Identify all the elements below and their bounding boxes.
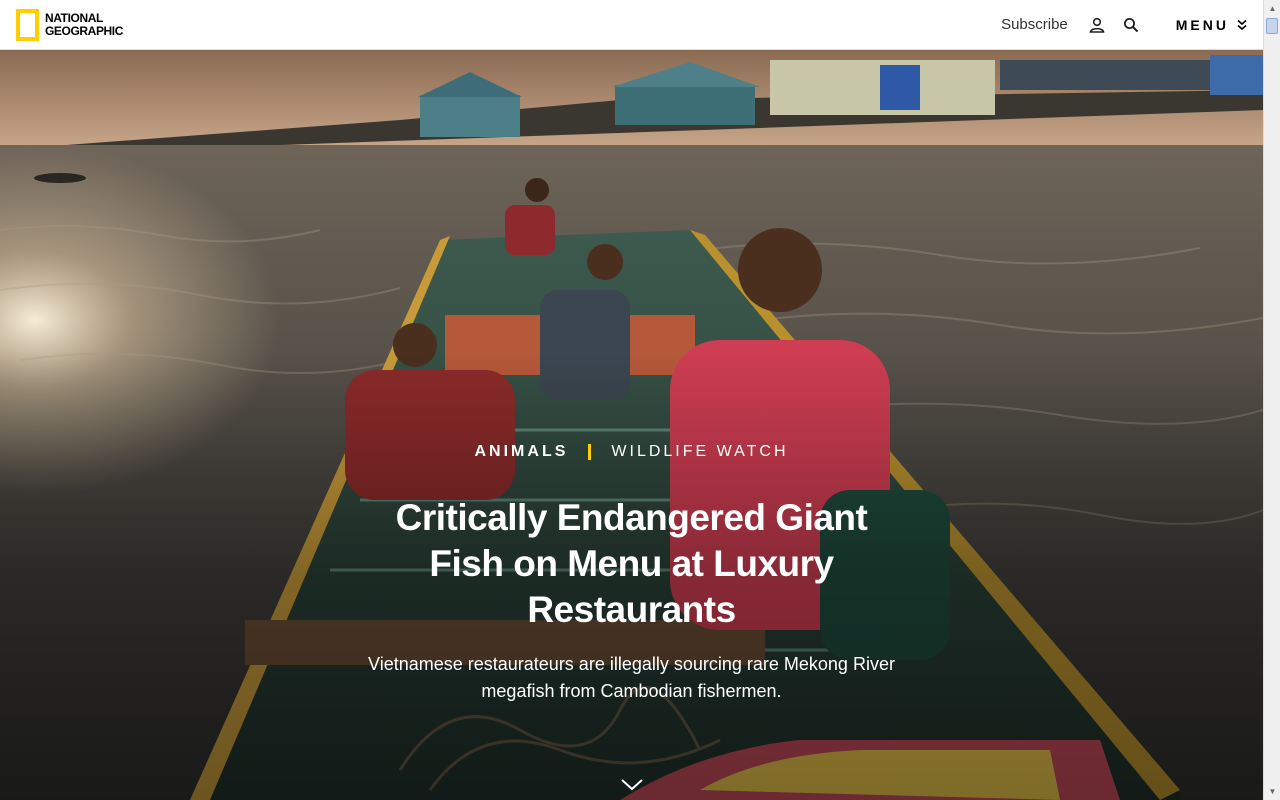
menu-label: MENU — [1175, 16, 1229, 33]
natgeo-logo[interactable]: NATIONAL GEOGRAPHIC — [16, 8, 124, 41]
article-dek: Vietnamese restaurateurs are illegally s… — [368, 654, 895, 701]
logo-text: NATIONAL GEOGRAPHIC — [45, 10, 124, 38]
scroll-thumb[interactable] — [1266, 18, 1278, 34]
chevron-double-down-icon — [1237, 19, 1247, 30]
article-headline[interactable]: Critically Endangered Giant Fish on Menu… — [362, 495, 902, 633]
page-scrollbar[interactable]: ▲ ▼ — [1263, 0, 1280, 800]
subscribe-link[interactable]: Subscribe — [1001, 16, 1068, 33]
logo-yellow-border-icon — [16, 8, 39, 41]
chevron-down-icon[interactable] — [620, 777, 644, 793]
search-icon[interactable] — [1122, 16, 1140, 34]
scroll-up-arrow-icon[interactable]: ▲ — [1264, 0, 1280, 17]
hero-text-block: Animals Wildlife Watch Critically Endang… — [0, 443, 1263, 705]
category-wildlife-watch-link[interactable]: Wildlife Watch — [611, 443, 788, 461]
article-categories: Animals Wildlife Watch — [475, 443, 789, 461]
user-icon[interactable] — [1088, 16, 1106, 34]
category-animals-link[interactable]: Animals — [475, 443, 569, 461]
logo-line-2: GEOGRAPHIC — [45, 23, 124, 38]
scroll-down-arrow-icon[interactable]: ▼ — [1264, 783, 1280, 800]
category-divider — [588, 444, 592, 460]
site-header: NATIONAL GEOGRAPHIC Subscribe MENU — [0, 0, 1263, 50]
hero-section: Animals Wildlife Watch Critically Endang… — [0, 50, 1263, 800]
logo-line-1: NATIONAL — [45, 10, 103, 25]
menu-button[interactable]: MENU — [1176, 17, 1247, 33]
header-actions: Subscribe MENU — [1001, 16, 1247, 34]
